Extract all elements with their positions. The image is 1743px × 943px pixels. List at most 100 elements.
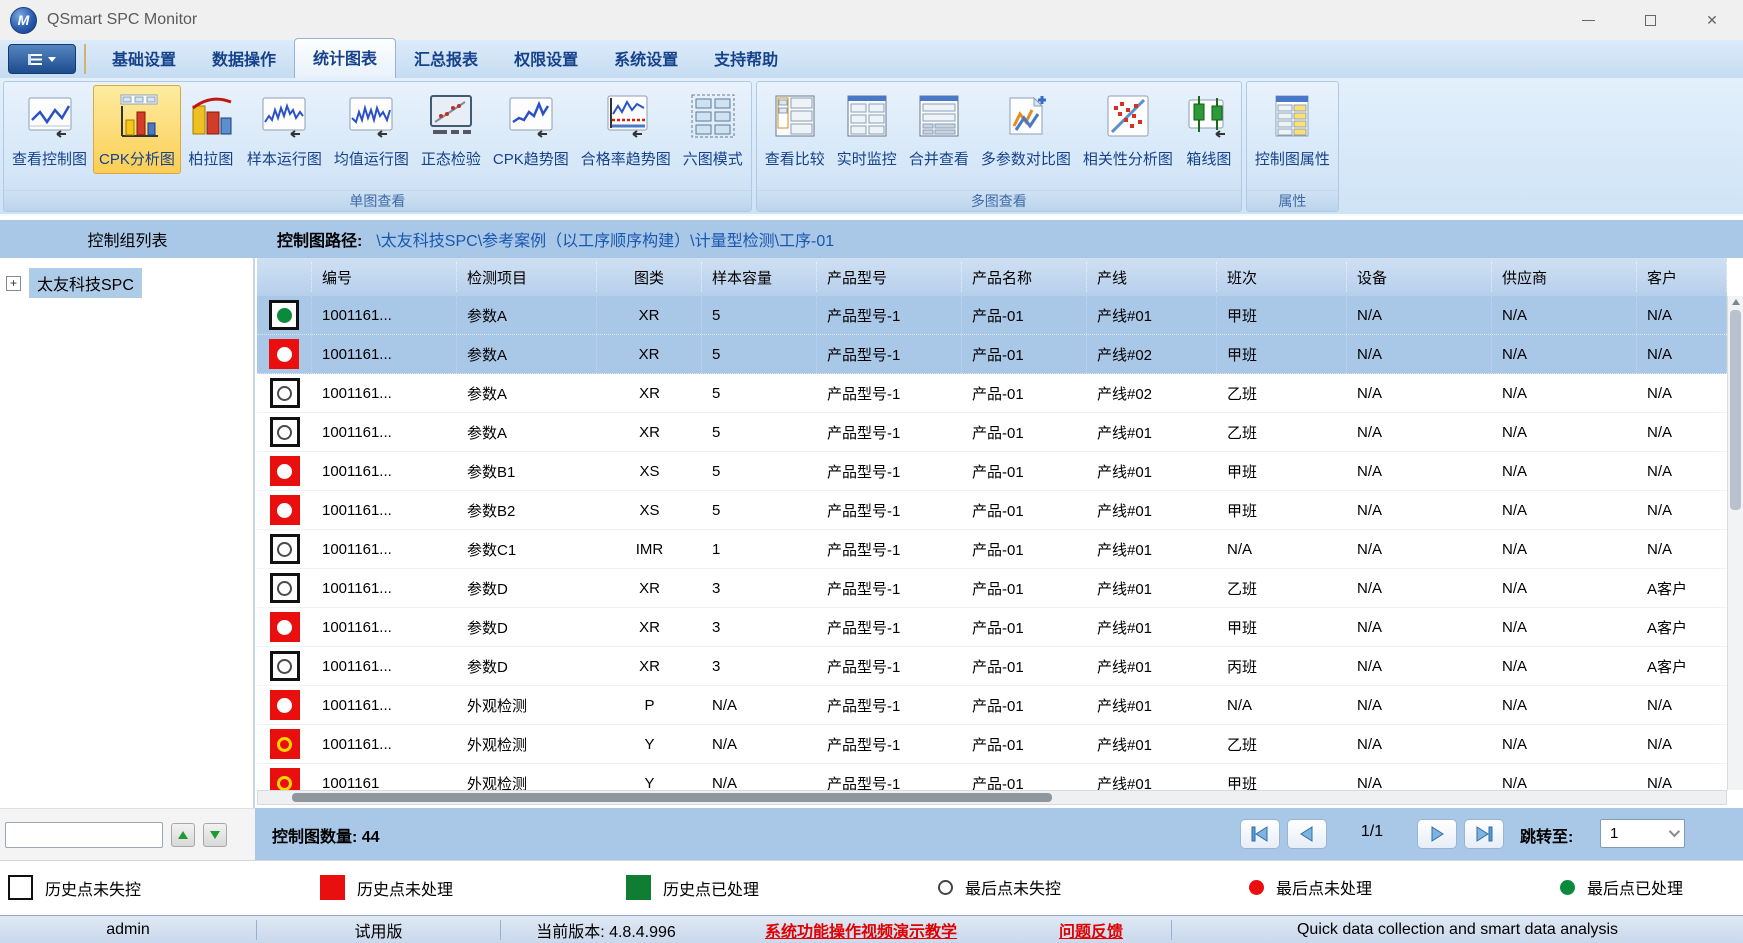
- tree-node[interactable]: + 太友科技SPC: [6, 268, 253, 298]
- cell-样本容量: 5: [702, 335, 817, 373]
- ribbon-button-正态检验[interactable]: 正态检验: [415, 85, 487, 174]
- ribbon-button-CPK趋势图[interactable]: CPK趋势图: [487, 85, 575, 174]
- ribbon-button-相关性分析图[interactable]: 相关性分析图: [1077, 85, 1179, 174]
- ribbon-button-label: 实时监控: [837, 148, 897, 169]
- horizontal-scrollbar-thumb[interactable]: [292, 793, 1052, 802]
- menu-separator: [84, 44, 86, 74]
- column-header-客户[interactable]: 客户: [1637, 262, 1727, 292]
- tab-数据操作[interactable]: 数据操作: [194, 40, 294, 78]
- table-row[interactable]: 1001161...参数AXR5产品型号-1产品-01产线#01甲班N/AN/A…: [257, 296, 1727, 335]
- ribbon-toolbar: 查看控制图CPK分析图柏拉图样本运行图均值运行图正态检验CPK趋势图合格率趋势图…: [0, 78, 1743, 216]
- cell-产品型号: 产品型号-1: [817, 422, 962, 443]
- page-indicator: 1/1: [1342, 823, 1402, 841]
- cell-产线: 产线#01: [1087, 539, 1217, 560]
- history-ok-icon: [270, 573, 300, 603]
- ribbon-button-合格率趋势图[interactable]: 合格率趋势图: [575, 85, 677, 174]
- table-row[interactable]: 1001161...参数B2XS5产品型号-1产品-01产线#01甲班N/AN/…: [257, 491, 1727, 530]
- table-row[interactable]: 1001161...参数DXR3产品型号-1产品-01产线#01甲班N/AN/A…: [257, 608, 1727, 647]
- tab-系统设置[interactable]: 系统设置: [596, 40, 696, 78]
- tab-支持帮助[interactable]: 支持帮助: [696, 40, 796, 78]
- tree-search-input[interactable]: [5, 822, 163, 848]
- column-header-产线[interactable]: 产线: [1087, 262, 1217, 292]
- app-menu-button[interactable]: [8, 44, 76, 74]
- ribbon-button-查看比较[interactable]: 查看比较: [759, 85, 831, 174]
- table-body: 1001161...参数AXR5产品型号-1产品-01产线#01甲班N/AN/A…: [257, 296, 1727, 791]
- legend-item: 历史点已处理: [626, 875, 759, 900]
- cell-产线: 产线#02: [1087, 335, 1217, 373]
- last-page-button[interactable]: [1464, 819, 1504, 849]
- column-header-编号[interactable]: 编号: [312, 262, 457, 292]
- cell-编号: 1001161...: [312, 619, 457, 636]
- column-header-班次[interactable]: 班次: [1217, 262, 1347, 292]
- ribbon-button-柏拉图[interactable]: 柏拉图: [181, 85, 241, 174]
- ribbon-button-label: 合并查看: [909, 148, 969, 169]
- ribbon-button-均值运行图[interactable]: 均值运行图: [328, 85, 415, 174]
- feedback-link[interactable]: 问题反馈: [1059, 924, 1123, 941]
- column-header-设备[interactable]: 设备: [1347, 262, 1492, 292]
- tree-node-label[interactable]: 太友科技SPC: [29, 268, 142, 298]
- tab-汇总报表[interactable]: 汇总报表: [396, 40, 496, 78]
- table-row[interactable]: 1001161...参数C1IMR1产品型号-1产品-01产线#01N/AN/A…: [257, 530, 1727, 569]
- ribbon-button-控制图属性[interactable]: 控制图属性: [1249, 85, 1336, 174]
- table-row[interactable]: 1001161...参数AXR5产品型号-1产品-01产线#02乙班N/AN/A…: [257, 374, 1727, 413]
- table-row[interactable]: 1001161...参数DXR3产品型号-1产品-01产线#01乙班N/AN/A…: [257, 569, 1727, 608]
- cell-客户: N/A: [1637, 502, 1727, 519]
- tab-统计图表[interactable]: 统计图表: [294, 38, 396, 78]
- ribbon-button-箱线图[interactable]: 箱线图: [1179, 85, 1239, 174]
- column-header-产品名称[interactable]: 产品名称: [962, 262, 1087, 292]
- row-status-cell: [257, 534, 312, 564]
- ribbon-button-CPK分析图[interactable]: CPK分析图: [93, 85, 181, 174]
- scroll-up-icon[interactable]: [1732, 299, 1740, 305]
- tab-权限设置[interactable]: 权限设置: [496, 40, 596, 78]
- vertical-scrollbar-thumb[interactable]: [1730, 310, 1741, 510]
- column-header-样本容量[interactable]: 样本容量: [702, 262, 817, 292]
- row-status-cell: [257, 573, 312, 603]
- tab-基础设置[interactable]: 基础设置: [94, 40, 194, 78]
- ribbon-button-合并查看[interactable]: 合并查看: [903, 85, 975, 174]
- first-page-button[interactable]: [1240, 819, 1280, 849]
- maximize-button[interactable]: [1619, 0, 1681, 40]
- ribbon-button-实时监控[interactable]: 实时监控: [831, 85, 903, 174]
- cell-供应商: N/A: [1492, 775, 1637, 792]
- ribbon-button-label: 相关性分析图: [1083, 148, 1173, 169]
- cell-图类: Y: [597, 736, 702, 753]
- table-row[interactable]: 1001161外观检测YN/A产品型号-1产品-01产线#01甲班N/AN/AN…: [257, 764, 1727, 791]
- cell-设备: N/A: [1347, 736, 1492, 753]
- ribbon-button-样本运行图[interactable]: 样本运行图: [241, 85, 328, 174]
- column-header-图类[interactable]: 图类: [597, 262, 702, 292]
- cell-客户: N/A: [1637, 736, 1727, 753]
- table-row[interactable]: 1001161...外观检测PN/A产品型号-1产品-01产线#01N/AN/A…: [257, 686, 1727, 725]
- next-page-button[interactable]: [1417, 819, 1457, 849]
- ribbon-group-属性: 控制图属性属性: [1246, 81, 1339, 212]
- search-down-button[interactable]: [203, 823, 227, 847]
- cpk-trend-chart-icon: [507, 92, 555, 140]
- lastpoint-status-icon: [277, 308, 292, 323]
- ribbon-button-查看控制图[interactable]: 查看控制图: [6, 85, 93, 174]
- cell-图类: XR: [597, 580, 702, 597]
- tutorial-link[interactable]: 系统功能操作视频演示教学: [765, 924, 957, 941]
- table-row[interactable]: 1001161...参数AXR5产品型号-1产品-01产线#01乙班N/AN/A…: [257, 413, 1727, 452]
- column-header-供应商[interactable]: 供应商: [1492, 262, 1637, 292]
- column-header-产品型号[interactable]: 产品型号: [817, 262, 962, 292]
- column-header-检测项目[interactable]: 检测项目: [457, 262, 597, 292]
- table-row[interactable]: 1001161...参数AXR5产品型号-1产品-01产线#02甲班N/AN/A…: [257, 335, 1727, 374]
- lastpoint-status-icon: [277, 659, 292, 674]
- jump-to-select[interactable]: 1: [1600, 819, 1685, 848]
- cell-产线: 产线#01: [1087, 656, 1217, 677]
- ribbon-button-多参数对比图[interactable]: 多参数对比图: [975, 85, 1077, 174]
- legend-item: 历史点未处理: [320, 875, 453, 900]
- table-row[interactable]: 1001161...参数B1XS5产品型号-1产品-01产线#01甲班N/AN/…: [257, 452, 1727, 491]
- prev-page-button[interactable]: [1287, 819, 1327, 849]
- tree-expand-icon[interactable]: +: [6, 276, 21, 291]
- lastpoint-status-icon: [277, 425, 292, 440]
- search-up-button[interactable]: [171, 823, 195, 847]
- table-row[interactable]: 1001161...外观检测YN/A产品型号-1产品-01产线#01乙班N/AN…: [257, 725, 1727, 764]
- cell-编号: 1001161...: [312, 502, 457, 519]
- horizontal-scrollbar[interactable]: [257, 790, 1727, 805]
- vertical-scrollbar[interactable]: [1727, 296, 1743, 790]
- table-row[interactable]: 1001161...参数DXR3产品型号-1产品-01产线#01丙班N/AN/A…: [257, 647, 1727, 686]
- minimize-button[interactable]: [1557, 0, 1619, 40]
- close-button[interactable]: ✕: [1681, 0, 1743, 40]
- ribbon-button-六图模式[interactable]: 六图模式: [677, 85, 749, 174]
- cell-设备: N/A: [1347, 335, 1492, 373]
